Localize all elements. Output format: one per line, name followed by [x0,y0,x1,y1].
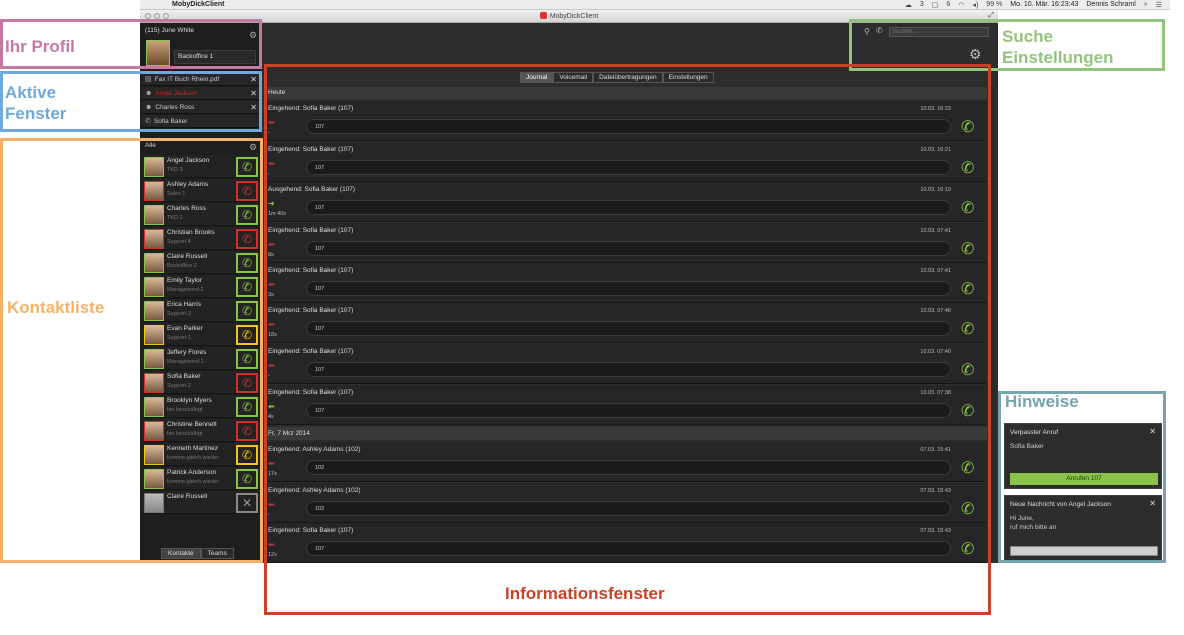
annotation-label-hints: Hinweise [1005,392,1079,411]
window-title: MobyDickClient [549,13,599,20]
annotation-line: Einstellungen [1002,48,1114,67]
menubar-app-name[interactable]: MobyDickClient [172,1,225,8]
annotation-box-hints [998,391,1166,563]
badge-count: 3 [919,1,924,8]
annotation-line: Fenster [5,104,67,123]
dropbox-icon[interactable]: ☁ [905,1,912,9]
annotation-line: Suche [1002,27,1054,46]
monitor-icon[interactable]: ▢ [932,1,939,9]
annotation-label-info: Informationsfenster [505,584,665,603]
mac-menu-bar: MobyDickClient ☁ 3 ▢ 6 ◠ ◂) 99 % Mo. 10.… [140,0,1170,10]
annotation-label-contacts: Kontaktliste [7,298,105,317]
volume-icon[interactable]: ◂) [972,1,978,9]
annotation-box-info [264,64,991,615]
list-icon[interactable]: ☰ [1156,1,1162,9]
annotation-label-search: Suche Einstellungen [1002,26,1113,68]
menubar-datetime: Mo. 10. Mär. 16:23:43 [1010,1,1079,8]
annotation-line: Aktive [5,83,57,102]
app-icon [539,12,547,19]
annotation-box-contacts [0,138,263,563]
spotlight-icon[interactable]: ⌕ [1144,1,1148,9]
wifi-icon[interactable]: ◠ [958,1,964,9]
annotation-label-profile: Ihr Profil [5,37,75,56]
menubar-user[interactable]: Dennis Schraml [1086,1,1135,8]
battery-percent: 99 % [986,1,1003,8]
annotation-label-active: Aktive Fenster [5,82,66,124]
badge-count: 6 [946,1,951,8]
